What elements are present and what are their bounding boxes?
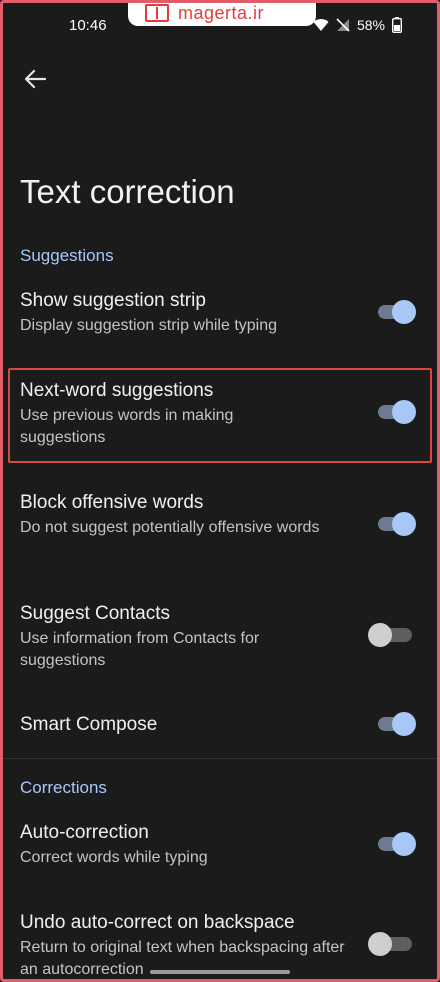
setting-smart-compose[interactable]: Smart Compose <box>0 712 440 752</box>
page-title: Text correction <box>20 173 235 210</box>
no-signal-icon <box>336 18 350 32</box>
setting-title: Suggest Contacts <box>20 603 170 624</box>
setting-description: Correct words while typing <box>20 849 208 866</box>
setting-title: Show suggestion strip <box>20 290 206 311</box>
setting-block-offensive-words[interactable]: Block offensive words Do not suggest pot… <box>0 490 440 570</box>
battery-icon <box>392 17 402 33</box>
watermark-text: magerta.ir <box>178 3 265 23</box>
toggle-smart-compose[interactable] <box>376 710 416 738</box>
toggle-auto-correction[interactable] <box>376 830 416 858</box>
setting-title: Undo auto-correct on backspace <box>20 912 295 933</box>
status-bar: 10:46 magerta.ir 58% <box>0 0 440 52</box>
arrow-back-icon <box>24 69 46 89</box>
setting-title: Next-word suggestions <box>20 380 214 401</box>
wifi-icon <box>313 18 329 32</box>
battery-percent: 58% <box>356 17 385 33</box>
watermark-book-icon <box>145 4 169 22</box>
status-icons: 58% <box>313 17 402 33</box>
home-indicator[interactable] <box>150 970 290 974</box>
toggle-undo-auto-correct[interactable] <box>368 930 416 958</box>
setting-auto-correction[interactable]: Auto-correction Correct words while typi… <box>0 820 440 882</box>
section-divider <box>0 758 440 759</box>
toggle-next-word-suggestions[interactable] <box>376 398 416 426</box>
setting-next-word-suggestions[interactable]: Next-word suggestions Use previous words… <box>0 378 440 458</box>
setting-description: Display suggestion strip while typing <box>20 317 278 334</box>
setting-description: Use information from Contacts for sugges… <box>20 630 260 669</box>
setting-suggest-contacts[interactable]: Suggest Contacts Use information from Co… <box>0 601 440 681</box>
toggle-thumb <box>368 932 392 956</box>
watermark: magerta.ir <box>128 0 316 26</box>
toggle-thumb <box>392 512 416 536</box>
setting-title: Auto-correction <box>20 822 149 843</box>
toggle-suggest-contacts[interactable] <box>368 621 416 649</box>
setting-description: Return to original text when backspacing… <box>20 939 345 978</box>
toggle-thumb <box>392 400 416 424</box>
section-header-corrections: Corrections <box>20 778 107 797</box>
setting-title: Block offensive words <box>20 492 204 513</box>
toggle-show-suggestion-strip[interactable] <box>376 298 416 326</box>
toggle-thumb <box>392 300 416 324</box>
toggle-thumb <box>392 832 416 856</box>
status-time: 10:46 <box>69 17 107 34</box>
setting-title: Smart Compose <box>20 714 158 735</box>
setting-show-suggestion-strip[interactable]: Show suggestion strip Display suggestion… <box>0 288 440 350</box>
toggle-block-offensive-words[interactable] <box>376 510 416 538</box>
setting-description: Do not suggest potentially offensive wor… <box>20 519 320 536</box>
setting-description: Use previous words in making suggestions <box>20 407 234 446</box>
section-header-suggestions: Suggestions <box>20 246 114 265</box>
back-button[interactable] <box>20 64 50 94</box>
toggle-thumb <box>392 712 416 736</box>
toggle-thumb <box>368 623 392 647</box>
